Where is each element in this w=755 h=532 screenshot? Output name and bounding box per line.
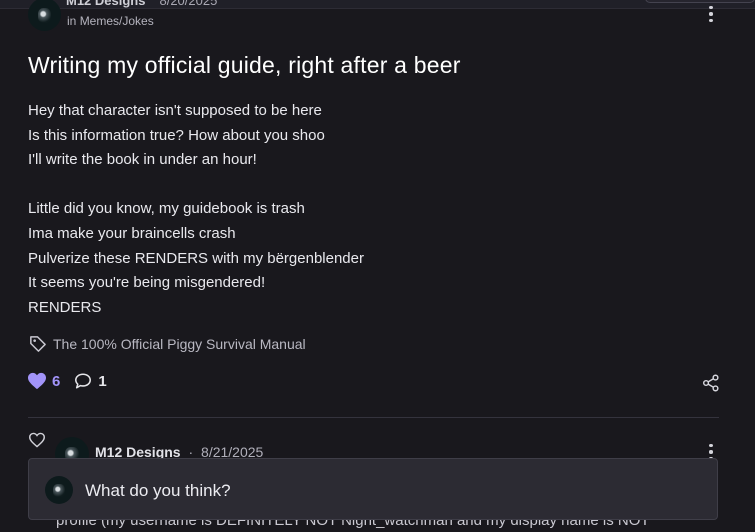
reply-heart-icon[interactable] — [28, 432, 46, 448]
category-link[interactable]: Memes/Jokes — [80, 14, 154, 28]
body-line: I'll write the book in under an hour! — [28, 151, 257, 169]
composer-placeholder: What do you think? — [85, 481, 231, 500]
tag-label: The 100% Official Piggy Survival Manual — [53, 335, 306, 352]
composer-avatar — [45, 476, 73, 504]
post-date: 8/20/2025 — [159, 0, 218, 8]
reply-count: 1 — [98, 372, 107, 390]
body-line — [28, 173, 364, 198]
post-header: M12 Designs 8/20/2025 — [66, 0, 217, 8]
author-name[interactable]: M12 Designs — [66, 0, 145, 8]
post-tag[interactable]: The 100% Official Piggy Survival Manual — [28, 334, 306, 353]
author-avatar[interactable] — [28, 0, 61, 31]
reply-composer[interactable]: What do you think? — [28, 458, 718, 520]
body-line: It seems you're being misgendered! — [28, 274, 266, 292]
body-line: Is this information true? How about you … — [28, 126, 325, 144]
body-line: RENDERS — [28, 298, 102, 316]
body-line: Pulverize these RENDERS with my bërgenbl… — [28, 249, 364, 267]
body-line: Hey that character isn't supposed to be … — [28, 102, 322, 119]
post-menu-kebab-icon[interactable] — [703, 6, 719, 22]
body-line: Little did you know, my guidebook is tra… — [28, 200, 305, 218]
category-prefix: in — [67, 14, 77, 28]
tag-icon — [30, 336, 46, 352]
post-body: Hey that character isn't supposed to be … — [28, 99, 364, 320]
post-category: in Memes/Jokes — [67, 14, 154, 28]
post-title: Writing my official guide, right after a… — [28, 52, 461, 78]
body-line: Ima make your braincells crash — [28, 224, 236, 242]
post-actions: 6 1 — [27, 372, 107, 390]
heart-filled-icon[interactable] — [27, 372, 47, 390]
top-bar-button[interactable] — [645, 0, 755, 3]
post-divider — [28, 417, 719, 418]
like-count: 6 — [52, 372, 61, 390]
share-icon[interactable] — [702, 374, 720, 392]
comment-icon[interactable] — [74, 372, 92, 390]
